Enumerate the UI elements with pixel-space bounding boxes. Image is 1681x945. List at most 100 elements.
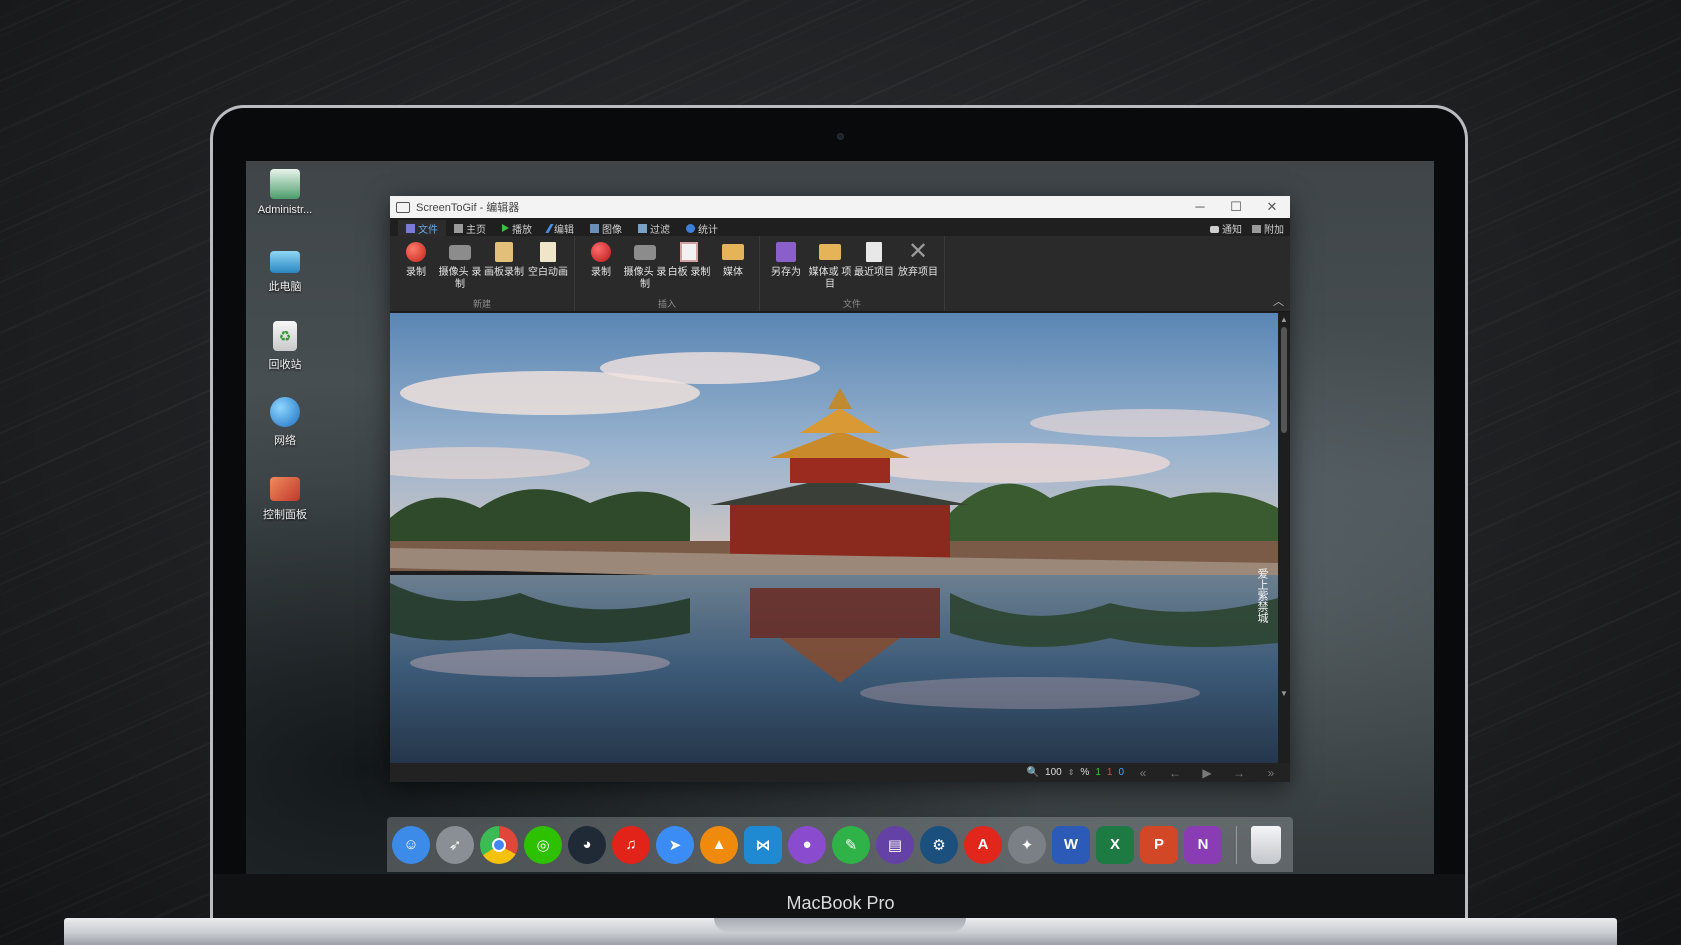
laptop-open-notch [714,918,966,932]
extras-label: 附加 [1264,225,1284,236]
powerpoint-icon[interactable]: P [1140,825,1178,864]
tab-statistics[interactable]: 统计 [678,220,726,236]
notify-button[interactable]: 通知 [1210,221,1242,236]
word-icon[interactable]: W [1052,825,1090,864]
button-label: 媒体 [723,267,743,278]
recent-projects-button[interactable]: 最近项目 [852,240,896,297]
acrobat-icon[interactable]: A [964,825,1002,864]
insert-webcam-record-button[interactable]: 摄像头 录制 [623,240,667,297]
board-record-icon [492,240,516,264]
desktop-icon-this-pc[interactable]: 此电脑 [250,245,320,294]
tab-home[interactable]: 主页 [446,220,494,236]
recent-file-icon [862,240,886,264]
steam-icon[interactable]: ⚙ [920,825,958,864]
first-frame-icon[interactable]: « [1130,766,1156,780]
evernote-icon[interactable]: ✎ [832,825,870,864]
edit-icon [545,223,554,233]
record-add-icon [589,240,613,264]
insert-media-button[interactable]: 媒体 [711,240,755,297]
ribbon-tabs: 文件 主页 播放 编辑 图像 过滤 统计 通知 附加 [390,218,1290,236]
button-label: 画板录制 [484,267,524,278]
launchpad-rocket-icon[interactable]: ➶ [436,825,474,864]
close-button[interactable]: ✕ [1254,196,1290,218]
tab-play[interactable]: 播放 [494,220,540,236]
inkscape-icon[interactable]: ✦ [1008,825,1046,864]
vertical-scrollbar[interactable]: ▲ ▼ [1278,313,1290,763]
twitch-icon[interactable]: ▤ [876,825,914,864]
github-icon[interactable]: ● [788,825,826,864]
qq-penguin-icon[interactable]: ◕ [568,825,606,864]
scroll-up-arrow-icon[interactable]: ▲ [1278,315,1290,324]
trash-icon[interactable] [1251,825,1281,864]
last-frame-icon[interactable]: » [1258,766,1284,780]
next-frame-icon[interactable]: → [1226,766,1252,780]
maximize-button[interactable]: ☐ [1218,196,1254,218]
extras-button[interactable]: 附加 [1252,221,1284,236]
button-label: 录制 [591,267,611,278]
tab-label: 主页 [466,224,486,236]
insert-whiteboard-record-button[interactable]: 白板 录制 [667,240,711,297]
vlc-cone-icon[interactable]: ▲ [700,825,738,864]
home-icon [454,223,463,233]
previous-frame-icon[interactable]: ← [1162,766,1188,780]
wechat-icon[interactable]: ◎ [524,825,562,864]
tab-label: 统计 [698,224,718,236]
zoom-unit: % [1080,767,1090,778]
ribbon-group-file: 另存为 媒体或 项目 最近项目 ✕ 放弃项目 文件 [760,236,945,311]
scroll-thumb[interactable] [1281,327,1287,433]
collapse-ribbon-icon[interactable]: ︿ [1273,293,1284,309]
frame-canvas[interactable]: 爱上紫禁城 [390,313,1278,763]
button-label: 空白动画 [528,267,568,278]
discard-x-icon: ✕ [907,238,929,265]
zoom-value[interactable]: 100 [1045,767,1062,778]
chrome-icon[interactable] [480,825,518,864]
insert-record-button[interactable]: 录制 [579,240,623,297]
desktop-icon-control-panel[interactable]: 控制面板 [250,473,320,522]
tab-label: 播放 [512,224,532,236]
floppy-save-icon [774,240,798,264]
desktop-icon-network[interactable]: 网络 [250,397,320,448]
desktop-icon-label: 此电脑 [268,281,302,293]
watermark-text: 爱上紫禁城 [1256,568,1269,623]
excel-icon[interactable]: X [1096,825,1134,864]
netease-music-icon[interactable]: ♫ [612,825,650,864]
new-blank-animation-button[interactable]: 空白动画 [526,240,570,297]
button-label: 放弃项目 [898,267,938,278]
recycle-bin-icon: ♻ [273,321,297,351]
onenote-icon[interactable]: N [1184,825,1222,864]
notify-label: 通知 [1222,225,1242,236]
ribbon-group-insert: 录制 摄像头 录制 白板 录制 媒体 插入 [575,236,760,311]
folder-icon [721,240,745,264]
zoom-icon: 🔍 [1026,767,1040,778]
dock: ☺ ➶ ◎ ◕ ♫ ➤ ▲ ⋈ ● ✎ ▤ ⚙ A ✦ W X P N [387,817,1293,872]
open-media-project-button[interactable]: 媒体或 项目 [808,240,852,297]
zoom-stepper-icon[interactable]: ⇕ [1068,768,1075,777]
device-model-label: MacBook Pro [786,893,895,913]
tab-image[interactable]: 图像 [582,220,630,236]
finder-icon[interactable]: ☺ [392,825,430,864]
tab-filter[interactable]: 过滤 [630,220,678,236]
new-board-record-button[interactable]: 画板录制 [482,240,526,297]
play-frame-icon[interactable]: ▶ [1194,766,1220,780]
button-label: 最近项目 [854,267,894,278]
desktop-icon-label: 控制面板 [263,509,307,521]
group-label: 新建 [472,299,491,309]
save-as-button[interactable]: 另存为 [764,240,808,297]
desktop-icon-recycle-bin[interactable]: ♻ 回收站 [250,321,320,372]
title-bar[interactable]: ScreenToGif - 编辑器 ─ ☐ ✕ [390,196,1290,218]
frame-count-current: 0 [1118,767,1124,778]
feishu-icon[interactable]: ➤ [656,825,694,864]
scroll-down-arrow-icon[interactable]: ▼ [1278,689,1290,698]
discard-project-button[interactable]: ✕ 放弃项目 [896,240,940,297]
new-record-button[interactable]: 录制 [394,240,438,297]
vscode-icon[interactable]: ⋈ [744,825,782,864]
minimize-button[interactable]: ─ [1182,196,1218,218]
button-label: 摄像头 录制 [623,267,667,290]
tab-file[interactable]: 文件 [398,220,446,236]
desktop-icon-administrator[interactable]: Administr... [250,169,320,216]
tab-label: 文件 [418,224,438,236]
button-label: 录制 [406,267,426,278]
new-webcam-record-button[interactable]: 摄像头 录制 [438,240,482,297]
desktop-icon-label: 回收站 [268,359,302,371]
tab-edit[interactable]: 编辑 [540,220,582,236]
